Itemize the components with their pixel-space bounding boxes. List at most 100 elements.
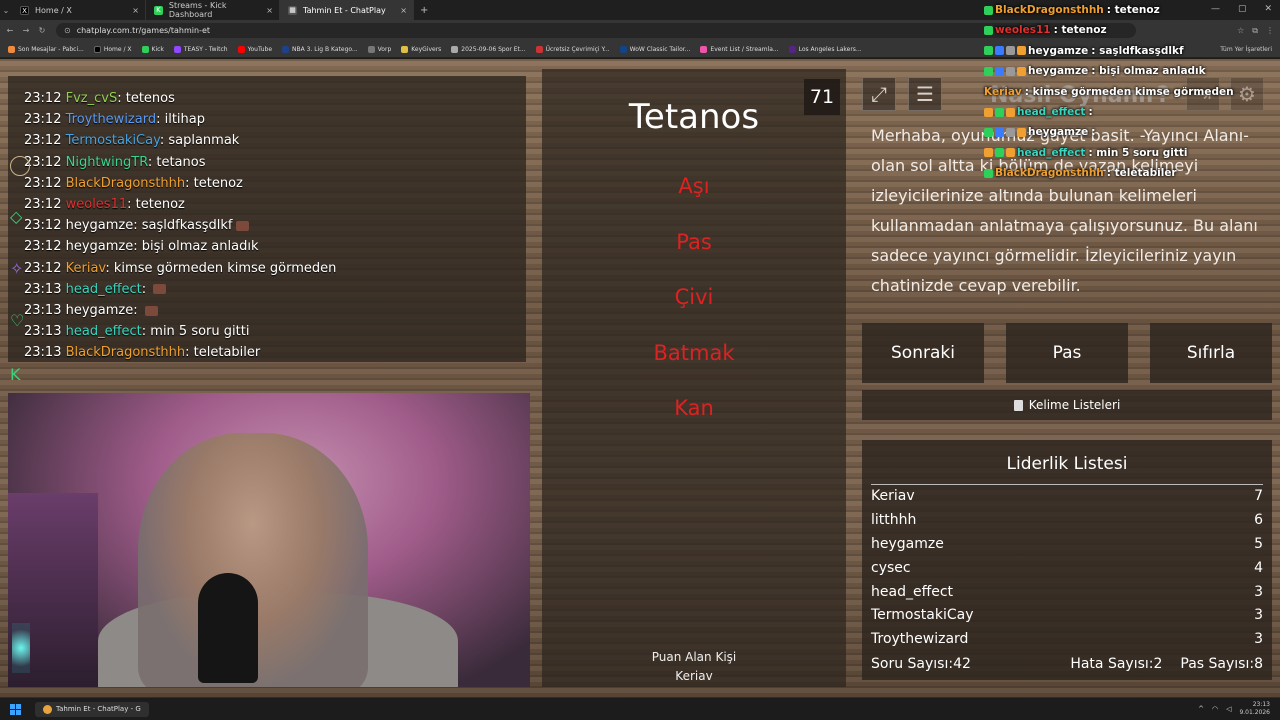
overlay-text: : min 5 soru gitti <box>1088 146 1188 159</box>
tab-title: Streams - Kick Dashboard <box>168 1 227 19</box>
bookmark-item[interactable]: WoW Classic Tailor... <box>619 45 690 53</box>
chat-username[interactable]: heygamze <box>66 303 134 318</box>
chat-time: 23:12 <box>24 133 62 149</box>
chat-username[interactable]: heygamze <box>66 239 134 254</box>
leaderboard-row: litthhh 6 <box>871 509 1263 533</box>
tab-close-icon[interactable]: × <box>132 6 139 15</box>
tab-search-icon[interactable]: ⌄ <box>0 0 12 20</box>
overlay-text: : tetenoz <box>1106 4 1160 16</box>
chat-username[interactable]: Fvz_cvS <box>66 91 118 106</box>
wifi-icon[interactable]: ◠ <box>1212 705 1218 713</box>
reset-button[interactable]: Sıfırla <box>1150 323 1272 383</box>
overlay-username: head_effect <box>1017 146 1086 159</box>
bookmark-item[interactable]: YouTube <box>237 45 272 53</box>
chat-username[interactable]: head_effect <box>66 324 142 339</box>
microphone-icon <box>198 573 258 683</box>
chat-username[interactable]: Troythewizard <box>66 112 156 127</box>
error-count: Hata Sayısı:2 <box>1070 656 1163 672</box>
chat-text: tetenoz <box>193 175 243 191</box>
badge-icon <box>984 26 993 36</box>
badge-icon <box>984 107 993 117</box>
player-score: 4 <box>1254 559 1263 576</box>
chat-username[interactable]: Keriav <box>66 261 106 276</box>
clock[interactable]: 23:13 9.01.2026 <box>1239 701 1270 717</box>
fullscreen-icon[interactable]: ⤢ <box>862 77 896 111</box>
bookmark-item[interactable]: Kick <box>141 45 164 53</box>
chat-text: iltihap <box>164 112 205 128</box>
chat-time: 23:13 <box>24 345 62 361</box>
site-info-icon[interactable]: ⊙ <box>64 26 71 35</box>
scorer-label: Puan Alan Kişi <box>651 650 737 664</box>
bookmark-item[interactable]: Son Mesajlar - Pabci... <box>8 45 84 53</box>
badge-icon <box>984 168 993 178</box>
badge-icon <box>1006 46 1015 56</box>
chat-username[interactable]: BlackDragonsthhh <box>66 345 186 360</box>
chat-username[interactable]: weoles11 <box>66 197 128 212</box>
windows-start-icon[interactable] <box>10 703 21 715</box>
address-field[interactable]: ⊙ chatplay.com.tr/games/tahmin-et <box>56 23 1136 38</box>
target-word: Tetanos <box>628 97 760 137</box>
new-tab-button[interactable]: + <box>414 5 434 16</box>
bookmark-item[interactable]: Los Angeles Lakers... <box>788 45 862 53</box>
pass-button[interactable]: Pas <box>1006 323 1128 383</box>
diamond-icon: ◇ <box>10 207 23 226</box>
bookmark-item[interactable]: Vorp <box>367 45 391 53</box>
list-icon <box>1013 399 1023 411</box>
badge-icon <box>1006 66 1015 76</box>
chat-username[interactable]: heygamze <box>66 218 134 233</box>
tab-chatplay[interactable]: ▦ Tahmin Et - ChatPlay × <box>280 0 414 20</box>
chat-time: 23:12 <box>24 239 62 255</box>
tab-title: Home / X <box>35 5 72 15</box>
taskbar-app-label: Tahmin Et - ChatPlay - G <box>56 705 141 713</box>
overlay-chat-message: heygamze: bişi olmaz anladık <box>984 61 1280 81</box>
bookmark-item[interactable]: TEASY - Twitch <box>173 45 228 53</box>
forward-icon[interactable]: → <box>20 26 32 35</box>
overlay-username: weoles11 <box>995 24 1051 37</box>
player-name: heygamze <box>871 535 944 552</box>
bookmark-item[interactable]: Ücretsiz Çevrimiçi Y... <box>535 45 610 53</box>
bookmark-item[interactable]: KeyGivers <box>401 45 441 53</box>
chat-text: tetenoz <box>135 197 185 213</box>
clock-time: 23:13 <box>1252 701 1270 708</box>
taskbar-app-chrome[interactable]: Tahmin Et - ChatPlay - G <box>35 701 149 717</box>
notes-icon[interactable]: ☰ <box>908 77 942 111</box>
bookmark-item[interactable]: Event List / Streamla... <box>700 45 779 53</box>
chatplay-icon: ▦ <box>288 5 297 15</box>
tray-arrow-icon[interactable]: ^ <box>1198 705 1204 713</box>
heart-icon: ♡ <box>10 311 25 330</box>
reload-icon[interactable]: ↻ <box>36 26 48 35</box>
player-score: 5 <box>1254 535 1263 552</box>
chat-message: 23:13 head_effect: min 5 soru gitti <box>24 324 250 340</box>
pass-count: Pas Sayısı:8 <box>1180 656 1263 672</box>
overlay-text: : tetenoz <box>1053 24 1107 37</box>
tab-home-x[interactable]: X Home / X × <box>12 0 146 20</box>
chat-username[interactable]: NightwingTR <box>66 155 148 170</box>
bookmark-item[interactable]: Home / X <box>93 45 132 53</box>
back-icon[interactable]: ← <box>4 26 16 35</box>
bookmark-item[interactable]: NBA 3. Lig B Katego... <box>282 45 358 53</box>
kick-logo-icon: K <box>10 365 21 384</box>
player-name: Keriav <box>871 488 915 504</box>
tab-kick-dashboard[interactable]: K Streams - Kick Dashboard × <box>146 0 280 20</box>
chat-username[interactable]: BlackDragonsthhh <box>66 176 186 191</box>
chat-message: 23:13 head_effect: <box>24 279 336 300</box>
leaderboard-row: heygamze 5 <box>871 533 1263 557</box>
next-button[interactable]: Sonraki <box>862 323 984 383</box>
chat-text: teletabiler <box>193 345 261 361</box>
tab-close-icon[interactable]: × <box>266 6 273 15</box>
chat-username[interactable]: TermostakiCay <box>66 133 160 148</box>
bookmark-item[interactable]: 2025-09-06 Spor Et... <box>451 45 526 53</box>
taskbar: Tahmin Et - ChatPlay - G ^ ◠ ◁ 23:13 9.0… <box>0 697 1280 720</box>
chat-time: 23:12 <box>24 197 62 213</box>
badge-icon <box>1006 148 1015 158</box>
badge-icon <box>995 66 1004 76</box>
player-score: 6 <box>1254 511 1263 528</box>
chat-username[interactable]: head_effect <box>66 282 142 297</box>
tab-close-icon[interactable]: × <box>400 6 407 15</box>
overlay-chat-message: BlackDragonsthhh: teletabiler <box>984 163 1280 183</box>
word-lists-button[interactable]: Kelime Listeleri <box>862 390 1272 420</box>
chat-time: 23:12 <box>24 218 62 234</box>
volume-icon[interactable]: ◁ <box>1226 705 1231 713</box>
leaderboard-row: TermostakiCay 3 <box>871 604 1263 628</box>
forbidden-word: Kan <box>674 396 714 420</box>
